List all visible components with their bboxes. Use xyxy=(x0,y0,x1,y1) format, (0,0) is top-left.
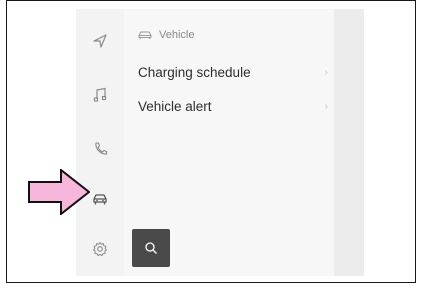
menu-item-label: Charging schedule xyxy=(138,64,251,80)
side-rail xyxy=(76,9,124,276)
chevron-right-icon: › xyxy=(324,66,328,78)
pointer-arrow-icon xyxy=(27,169,90,215)
panel-header: Vehicle xyxy=(138,27,194,43)
panel-title: Vehicle xyxy=(159,29,195,41)
car-icon xyxy=(138,31,152,40)
menu-item-label: Vehicle alert xyxy=(138,98,212,114)
chevron-right-icon: › xyxy=(324,100,328,112)
navigation-icon[interactable] xyxy=(90,31,110,51)
menu-item-charging-schedule[interactable]: Charging schedule › xyxy=(138,62,328,82)
search-icon xyxy=(145,242,157,254)
right-strip xyxy=(334,9,364,276)
music-icon[interactable] xyxy=(90,85,110,105)
menu-item-vehicle-alert[interactable]: Vehicle alert › xyxy=(138,96,328,116)
search-button[interactable] xyxy=(132,229,170,267)
phone-icon[interactable] xyxy=(90,139,110,159)
figure-frame: Vehicle Charging schedule › Vehicle aler… xyxy=(6,0,416,283)
car-icon[interactable] xyxy=(90,189,110,209)
settings-icon[interactable] xyxy=(90,239,110,259)
infotainment-screen: Vehicle Charging schedule › Vehicle aler… xyxy=(76,9,364,276)
